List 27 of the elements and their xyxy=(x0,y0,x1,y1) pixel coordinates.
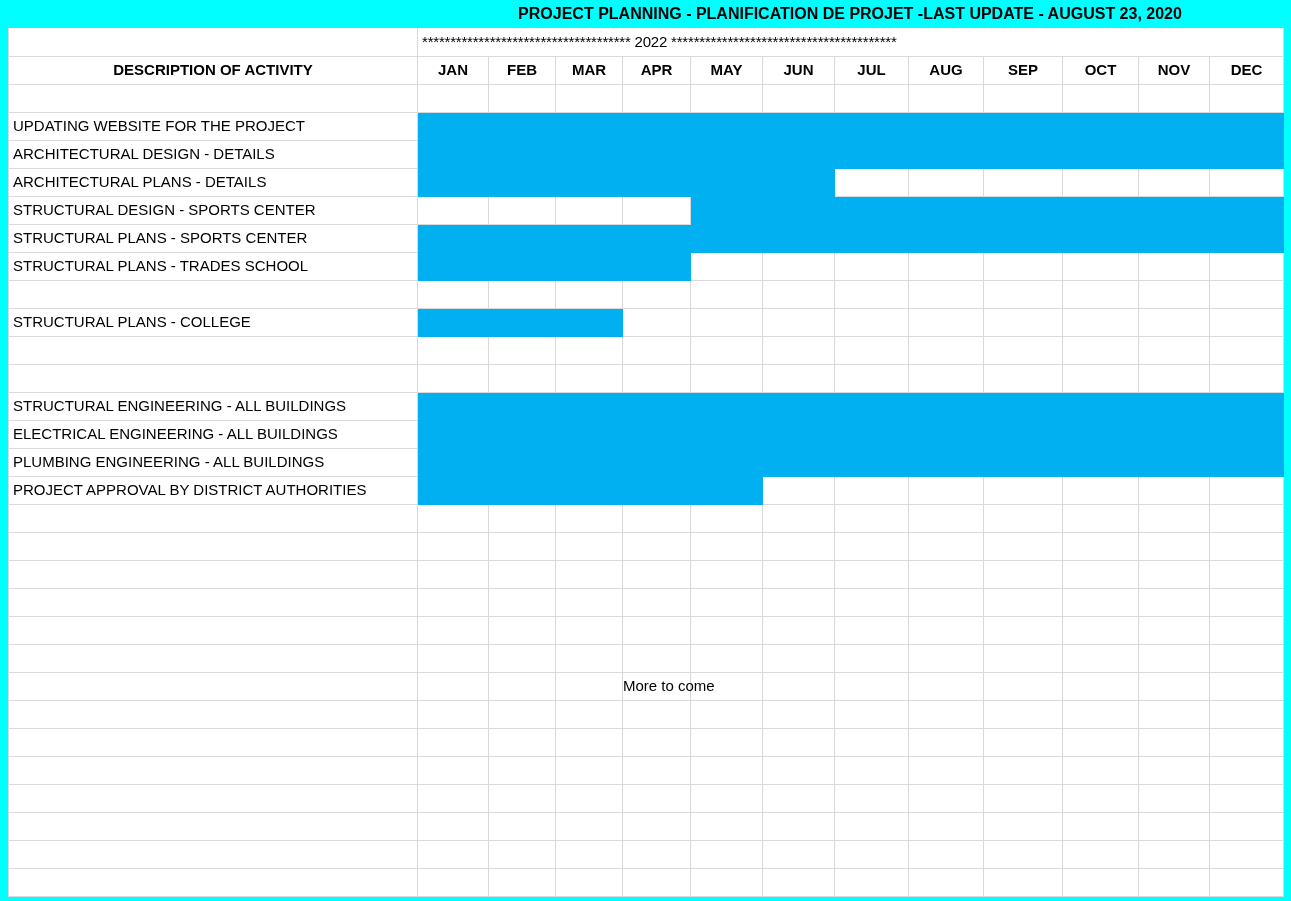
activity-label: ELECTRICAL ENGINEERING - ALL BUILDINGS xyxy=(8,420,418,448)
activity-label: STRUCTURAL DESIGN - SPORTS CENTER xyxy=(8,196,418,224)
month-header: JUN xyxy=(762,56,835,84)
month-header: MAR xyxy=(555,56,623,84)
month-header: JAN xyxy=(417,56,489,84)
month-header: APR xyxy=(622,56,691,84)
month-header: MAY xyxy=(690,56,763,84)
year-banner: ************************************* 2022 **************************************** xyxy=(417,28,1284,56)
activity-label: ARCHITECTURAL DESIGN - DETAILS xyxy=(8,140,418,168)
activity-label: STRUCTURAL PLANS - TRADES SCHOOL xyxy=(8,252,418,280)
month-header: SEP xyxy=(983,56,1063,84)
month-header: DEC xyxy=(1209,56,1284,84)
activity-label: ARCHITECTURAL PLANS - DETAILS xyxy=(8,168,418,196)
month-header: NOV xyxy=(1138,56,1210,84)
column-header: DESCRIPTION OF ACTIVITY xyxy=(8,56,418,84)
activity-label: UPDATING WEBSITE FOR THE PROJECT xyxy=(8,112,418,140)
month-header: FEB xyxy=(488,56,556,84)
month-header: JUL xyxy=(834,56,909,84)
month-header: OCT xyxy=(1062,56,1139,84)
activity-label: STRUCTURAL ENGINEERING - ALL BUILDINGS xyxy=(8,392,418,420)
activity-label: PROJECT APPROVAL BY DISTRICT AUTHORITIES xyxy=(8,476,418,504)
note-text: More to come xyxy=(623,676,715,694)
sheet-title: PROJECT PLANNING - PLANIFICATION DE PROJET -LAST UPDATE - AUGUST 23, 2020 xyxy=(517,4,1183,24)
activity-label: STRUCTURAL PLANS - COLLEGE xyxy=(8,308,418,336)
activity-label: PLUMBING ENGINEERING - ALL BUILDINGS xyxy=(8,448,418,476)
month-header: AUG xyxy=(908,56,984,84)
activity-label: STRUCTURAL PLANS - SPORTS CENTER xyxy=(8,224,418,252)
